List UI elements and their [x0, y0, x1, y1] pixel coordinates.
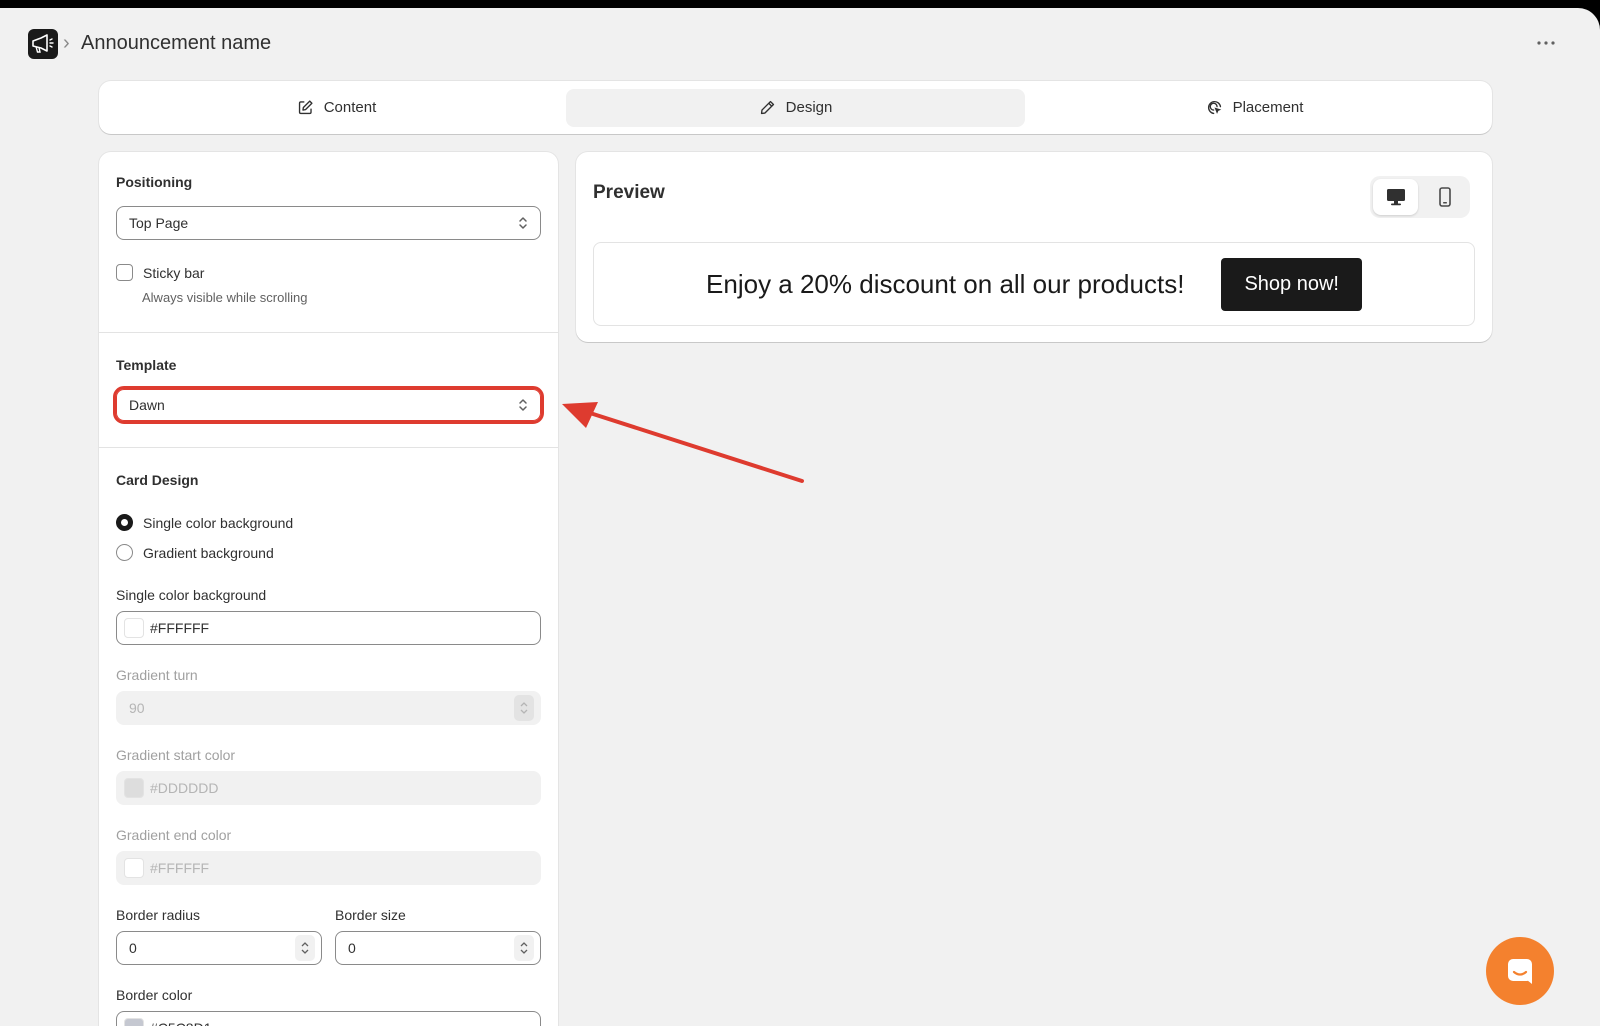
- single-color-value: #FFFFFF: [150, 620, 210, 636]
- border-color-label: Border color: [116, 987, 193, 1003]
- tab-design-label: Design: [785, 99, 833, 116]
- app-logo-icon[interactable]: [28, 29, 58, 59]
- border-size-value: 0: [348, 940, 356, 956]
- edit-icon: [298, 100, 313, 115]
- sticky-bar-help: Always visible while scrolling: [142, 290, 308, 305]
- settings-panel: Positioning Top Page Sticky bar Always v…: [99, 152, 558, 1026]
- gradient-radio[interactable]: [116, 544, 133, 561]
- tab-placement-label: Placement: [1232, 99, 1304, 116]
- positioning-select[interactable]: Top Page: [116, 206, 541, 240]
- stepper-icon: [514, 695, 534, 721]
- template-section: Template Dawn: [99, 357, 558, 424]
- single-color-label: Single color background: [116, 587, 267, 603]
- border-color-value: #C5C8D1: [150, 1020, 211, 1026]
- app-frame: › Announcement name Content Design Place…: [0, 8, 1600, 1026]
- single-color-radio-label: Single color background: [143, 514, 294, 531]
- announcement-bar-preview: Enjoy a 20% discount on all our products…: [593, 242, 1475, 326]
- chat-icon: [1508, 959, 1532, 984]
- ellipsis-icon: [1537, 41, 1555, 45]
- stepper-icon[interactable]: [295, 935, 315, 961]
- template-title: Template: [116, 357, 177, 373]
- color-swatch: [124, 858, 144, 878]
- single-color-radio[interactable]: [116, 514, 133, 531]
- positioning-value: Top Page: [129, 215, 189, 231]
- sticky-bar-label: Sticky bar: [143, 264, 205, 281]
- select-chevron-icon: [519, 217, 527, 229]
- gradient-end-label: Gradient end color: [116, 827, 232, 843]
- chat-support-button[interactable]: [1486, 937, 1554, 1005]
- template-select[interactable]: Dawn: [113, 386, 544, 424]
- tab-content[interactable]: Content: [107, 89, 566, 127]
- tab-placement[interactable]: Placement: [1025, 89, 1484, 127]
- color-swatch[interactable]: [124, 1018, 144, 1026]
- desktop-icon: [1386, 189, 1405, 206]
- page-title: Announcement name: [81, 32, 272, 54]
- target-icon: [1207, 100, 1221, 115]
- tab-content-label: Content: [323, 99, 377, 116]
- select-chevron-icon: [519, 399, 527, 411]
- breadcrumb-separator-icon: ›: [63, 32, 70, 54]
- border-radius-label: Border radius: [116, 907, 201, 923]
- sticky-bar-checkbox[interactable]: [116, 264, 133, 281]
- border-color-field[interactable]: #C5C8D1: [116, 1011, 541, 1026]
- divider: [99, 332, 558, 333]
- border-size-label: Border size: [335, 907, 406, 923]
- template-value: Dawn: [129, 397, 165, 413]
- gradient-turn-field: 90: [116, 691, 541, 725]
- gradient-turn-value: 90: [129, 700, 145, 716]
- color-swatch[interactable]: [124, 618, 144, 638]
- gradient-start-field: #DDDDDD: [116, 771, 541, 805]
- positioning-title: Positioning: [116, 174, 193, 190]
- card-design-section: Card Design Single color background Grad…: [99, 472, 558, 1026]
- border-radius-field[interactable]: 0: [116, 931, 322, 965]
- stepper-icon[interactable]: [514, 935, 534, 961]
- color-swatch: [124, 778, 144, 798]
- gradient-end-value: #FFFFFF: [150, 860, 210, 876]
- pencil-icon: [760, 100, 774, 115]
- gradient-turn-label: Gradient turn: [116, 667, 198, 683]
- shop-now-button[interactable]: Shop now!: [1221, 257, 1362, 311]
- tab-design[interactable]: Design: [566, 88, 1025, 127]
- positioning-section: Positioning Top Page Sticky bar Always v…: [99, 174, 558, 305]
- mobile-icon: [1438, 187, 1451, 207]
- mobile-view-button[interactable]: [1422, 179, 1467, 215]
- divider: [99, 447, 558, 448]
- tab-bar: Content Design Placement: [99, 81, 1492, 134]
- gradient-start-label: Gradient start color: [116, 747, 236, 763]
- border-radius-value: 0: [129, 940, 137, 956]
- border-size-field[interactable]: 0: [335, 931, 541, 965]
- device-toggle: [1370, 176, 1470, 218]
- card-design-title: Card Design: [116, 472, 199, 488]
- annotation-arrow-icon: [562, 402, 804, 483]
- gradient-end-field: #FFFFFF: [116, 851, 541, 885]
- preview-title: Preview: [593, 182, 665, 203]
- preview-panel: Preview Enjoy a 20% discount on all our …: [576, 152, 1492, 342]
- desktop-view-button[interactable]: [1373, 179, 1418, 215]
- single-color-field[interactable]: #FFFFFF: [116, 611, 541, 645]
- announcement-text: Enjoy a 20% discount on all our products…: [706, 268, 1185, 299]
- more-actions-button[interactable]: [1532, 33, 1560, 53]
- gradient-start-value: #DDDDDD: [150, 780, 219, 796]
- gradient-radio-label: Gradient background: [143, 544, 274, 561]
